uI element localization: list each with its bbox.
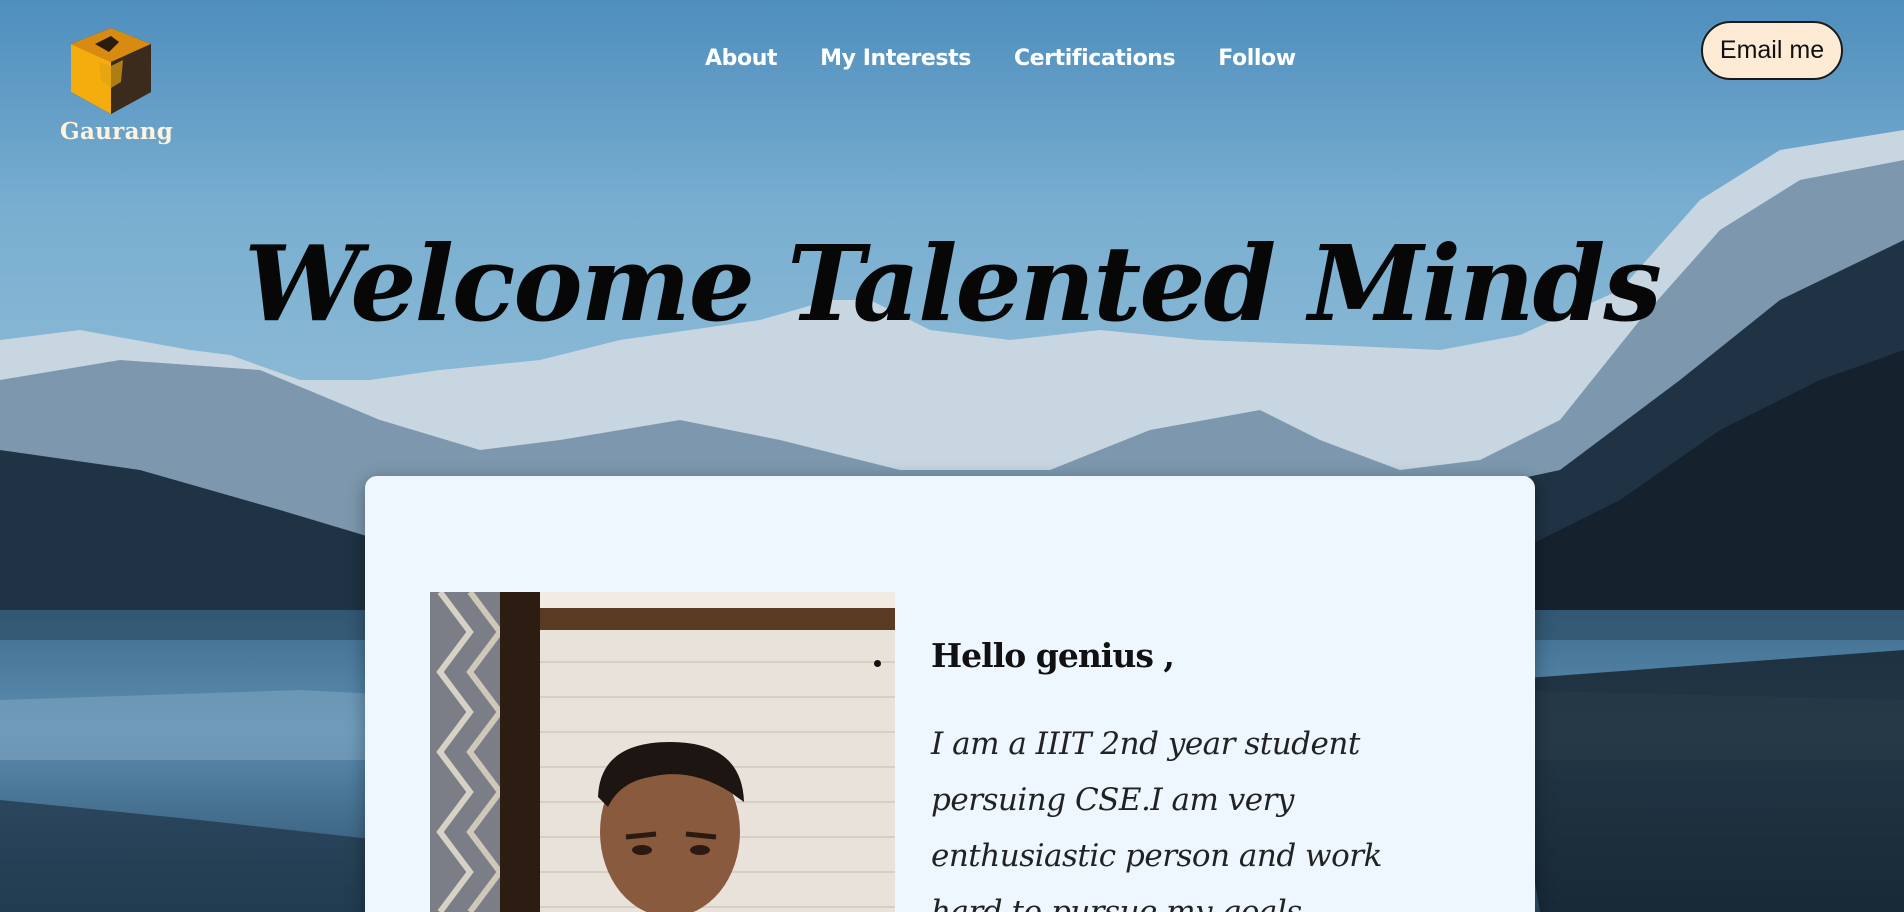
email-me-button[interactable]: Email me: [1701, 21, 1843, 80]
bullet-dot: [874, 660, 881, 667]
about-card: Hello genius , I am a IIIT 2nd year stud…: [365, 476, 1535, 912]
main-nav: About My Interests Certifications Follow: [705, 46, 1296, 71]
profile-photo: [430, 592, 895, 912]
brand-logo[interactable]: Gaurang: [60, 22, 174, 145]
cube-icon: [71, 28, 151, 114]
nav-certifications[interactable]: Certifications: [1014, 46, 1176, 71]
brand-name: Gaurang: [60, 118, 174, 145]
hero-title: Welcome Talented Minds: [244, 222, 1662, 345]
nav-my-interests[interactable]: My Interests: [820, 46, 971, 71]
greeting-heading: Hello genius ,: [931, 636, 1175, 675]
intro-paragraph: I am a IIIT 2nd year student persuing CS…: [931, 726, 1382, 912]
nav-follow[interactable]: Follow: [1218, 46, 1296, 71]
nav-about[interactable]: About: [705, 46, 777, 71]
